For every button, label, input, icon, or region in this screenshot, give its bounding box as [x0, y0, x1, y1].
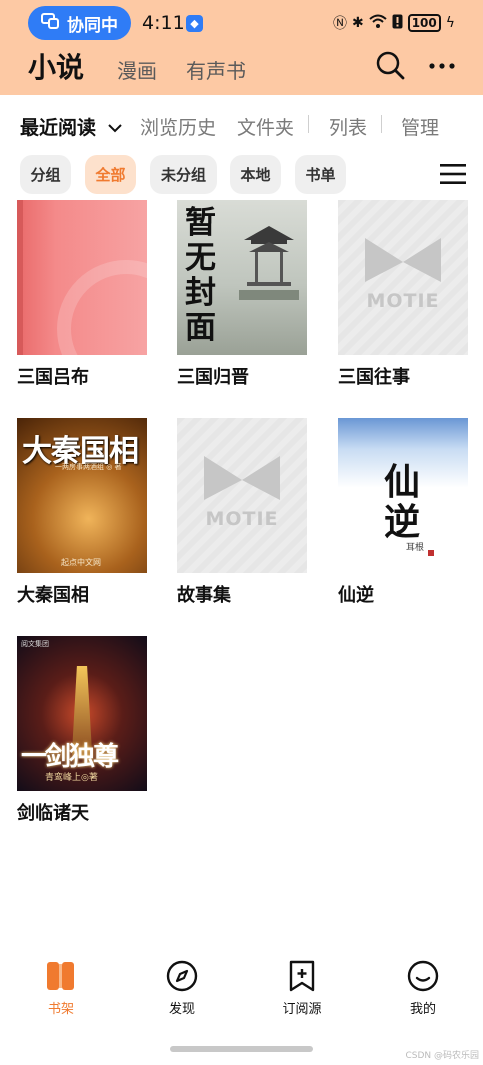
book-item[interactable]: 暂无封面 三国归晋 [177, 200, 307, 388]
book-title: 三国归晋 [177, 367, 249, 388]
nav-bookshelf-label: 书架 [47, 1002, 74, 1017]
collab-label: 协同中 [67, 15, 118, 36]
book-item[interactable]: 仙逆 耳根 仙逆 [338, 418, 468, 606]
bookshelf-icon [47, 962, 74, 990]
book-item[interactable]: 三国吕布 [17, 200, 147, 388]
book-title: 三国往事 [338, 367, 410, 388]
watermark: CSDN @码农乐园 [405, 1051, 479, 1061]
compass-icon [166, 960, 198, 992]
nav-discover[interactable]: 发现 [142, 960, 222, 1017]
book-cover: 阅文集团 一剑独尊 青鸾峰上◎著 [17, 636, 147, 791]
top-header: 协同中 4:11 ◆ Ⓝ ✱ 100 ϟ 小说 漫画 有声书 [0, 0, 483, 95]
book-item[interactable]: 阅文集团 一剑独尊 青鸾峰上◎著 剑临诸天 [17, 636, 147, 824]
cover-spine [17, 200, 23, 355]
book-title: 剑临诸天 [17, 803, 89, 824]
battery-level: 100 [407, 14, 441, 32]
book-cover: 暂无封面 [177, 200, 307, 355]
list-view-link[interactable]: 列表 [329, 113, 367, 140]
book-item[interactable]: MOTIE 故事集 [177, 418, 307, 606]
cover-author: 青鸾峰上◎著 [45, 773, 98, 783]
chip-booklist[interactable]: 书单 [295, 155, 346, 194]
motie-logo-icon [365, 238, 441, 282]
nav-sources-label: 订阅源 [282, 1002, 322, 1017]
chip-ungrouped[interactable]: 未分组 [150, 155, 217, 194]
shelf-subnav: 最近阅读 浏览历史 文件夹 列表 管理 [0, 95, 483, 153]
cover-author: 耳根 [406, 543, 425, 553]
wifi-icon [369, 14, 387, 32]
more-icon[interactable] [428, 52, 456, 80]
book-item[interactable]: MOTIE 三国往事 [338, 200, 468, 388]
manage-link[interactable]: 管理 [401, 113, 439, 140]
chip-all[interactable]: 全部 [85, 155, 136, 194]
search-icon[interactable] [375, 50, 405, 80]
divider [308, 115, 309, 133]
screen-share-icon [41, 12, 59, 34]
history-link[interactable]: 浏览历史 [140, 113, 216, 140]
cover-title: 仙逆 [384, 461, 421, 543]
publisher-logo: 阅文集团 [21, 640, 49, 648]
chip-group[interactable]: 分组 [20, 155, 71, 194]
folder-link[interactable]: 文件夹 [237, 113, 294, 140]
collab-pill[interactable]: 协同中 [28, 6, 131, 40]
seal-mark [428, 550, 434, 556]
chevron-down-icon [107, 124, 122, 133]
charging-icon: ϟ [445, 15, 455, 31]
book-title: 大秦国相 [17, 585, 89, 606]
status-time: 4:11 [142, 12, 185, 34]
pavilion-illustration [239, 226, 299, 300]
book-cover: MOTIE [177, 418, 307, 573]
cover-title: 一剑独尊 [21, 742, 119, 772]
motie-logo-text: MOTIE [205, 508, 279, 530]
status-bar: 协同中 4:11 ◆ Ⓝ ✱ 100 ϟ [0, 0, 483, 44]
book-title: 仙逆 [338, 585, 374, 606]
nav-mine[interactable]: 我的 [383, 960, 463, 1017]
alert-icon [392, 14, 403, 33]
nav-bookshelf[interactable]: 书架 [21, 960, 101, 1017]
tab-audiobook[interactable]: 有声书 [186, 55, 246, 84]
cover-author: 一两房事两酒组 ◎ 著 [55, 463, 122, 471]
cover-placeholder-text: 暂无封面 [185, 205, 216, 346]
system-icons: Ⓝ ✱ 100 ϟ [333, 13, 455, 33]
nav-discover-label: 发现 [168, 1002, 195, 1017]
app-notification-icon: ◆ [186, 15, 203, 32]
book-item[interactable]: 大秦国相 一两房事两酒组 ◎ 著 起点中文网 大秦国相 [17, 418, 147, 606]
divider [381, 115, 382, 133]
chip-local[interactable]: 本地 [230, 155, 281, 194]
cover-pattern [57, 260, 147, 355]
cover-publisher: 起点中文网 [61, 558, 101, 567]
bluetooth-icon: ✱ [351, 15, 364, 31]
nav-sources[interactable]: 订阅源 [262, 960, 342, 1017]
recent-read-dropdown[interactable]: 最近阅读 [20, 113, 123, 140]
bottom-navigation: 书架 发现 订阅源 我的 [0, 960, 483, 1030]
bookmark-add-icon [289, 960, 315, 992]
book-title: 故事集 [177, 585, 231, 606]
motie-logo-icon [204, 456, 280, 500]
nfc-icon: Ⓝ [332, 16, 347, 32]
home-indicator[interactable] [170, 1046, 313, 1052]
book-cover: 仙逆 耳根 [338, 418, 468, 573]
book-cover: MOTIE [338, 200, 468, 355]
book-cover: 大秦国相 一两房事两酒组 ◎ 著 起点中文网 [17, 418, 147, 573]
book-cover [17, 200, 147, 355]
tab-novel[interactable]: 小说 [28, 46, 84, 86]
profile-smile-icon [407, 960, 439, 992]
hamburger-menu-icon[interactable] [440, 162, 466, 186]
motie-logo-text: MOTIE [366, 290, 440, 312]
tab-comic[interactable]: 漫画 [117, 55, 157, 84]
recent-read-label: 最近阅读 [20, 117, 97, 139]
group-filter-bar: 分组 全部 未分组 本地 书单 [0, 155, 483, 195]
book-title: 三国吕布 [17, 367, 89, 388]
title-bar: 小说 漫画 有声书 [0, 44, 483, 95]
nav-mine-label: 我的 [409, 1002, 436, 1017]
